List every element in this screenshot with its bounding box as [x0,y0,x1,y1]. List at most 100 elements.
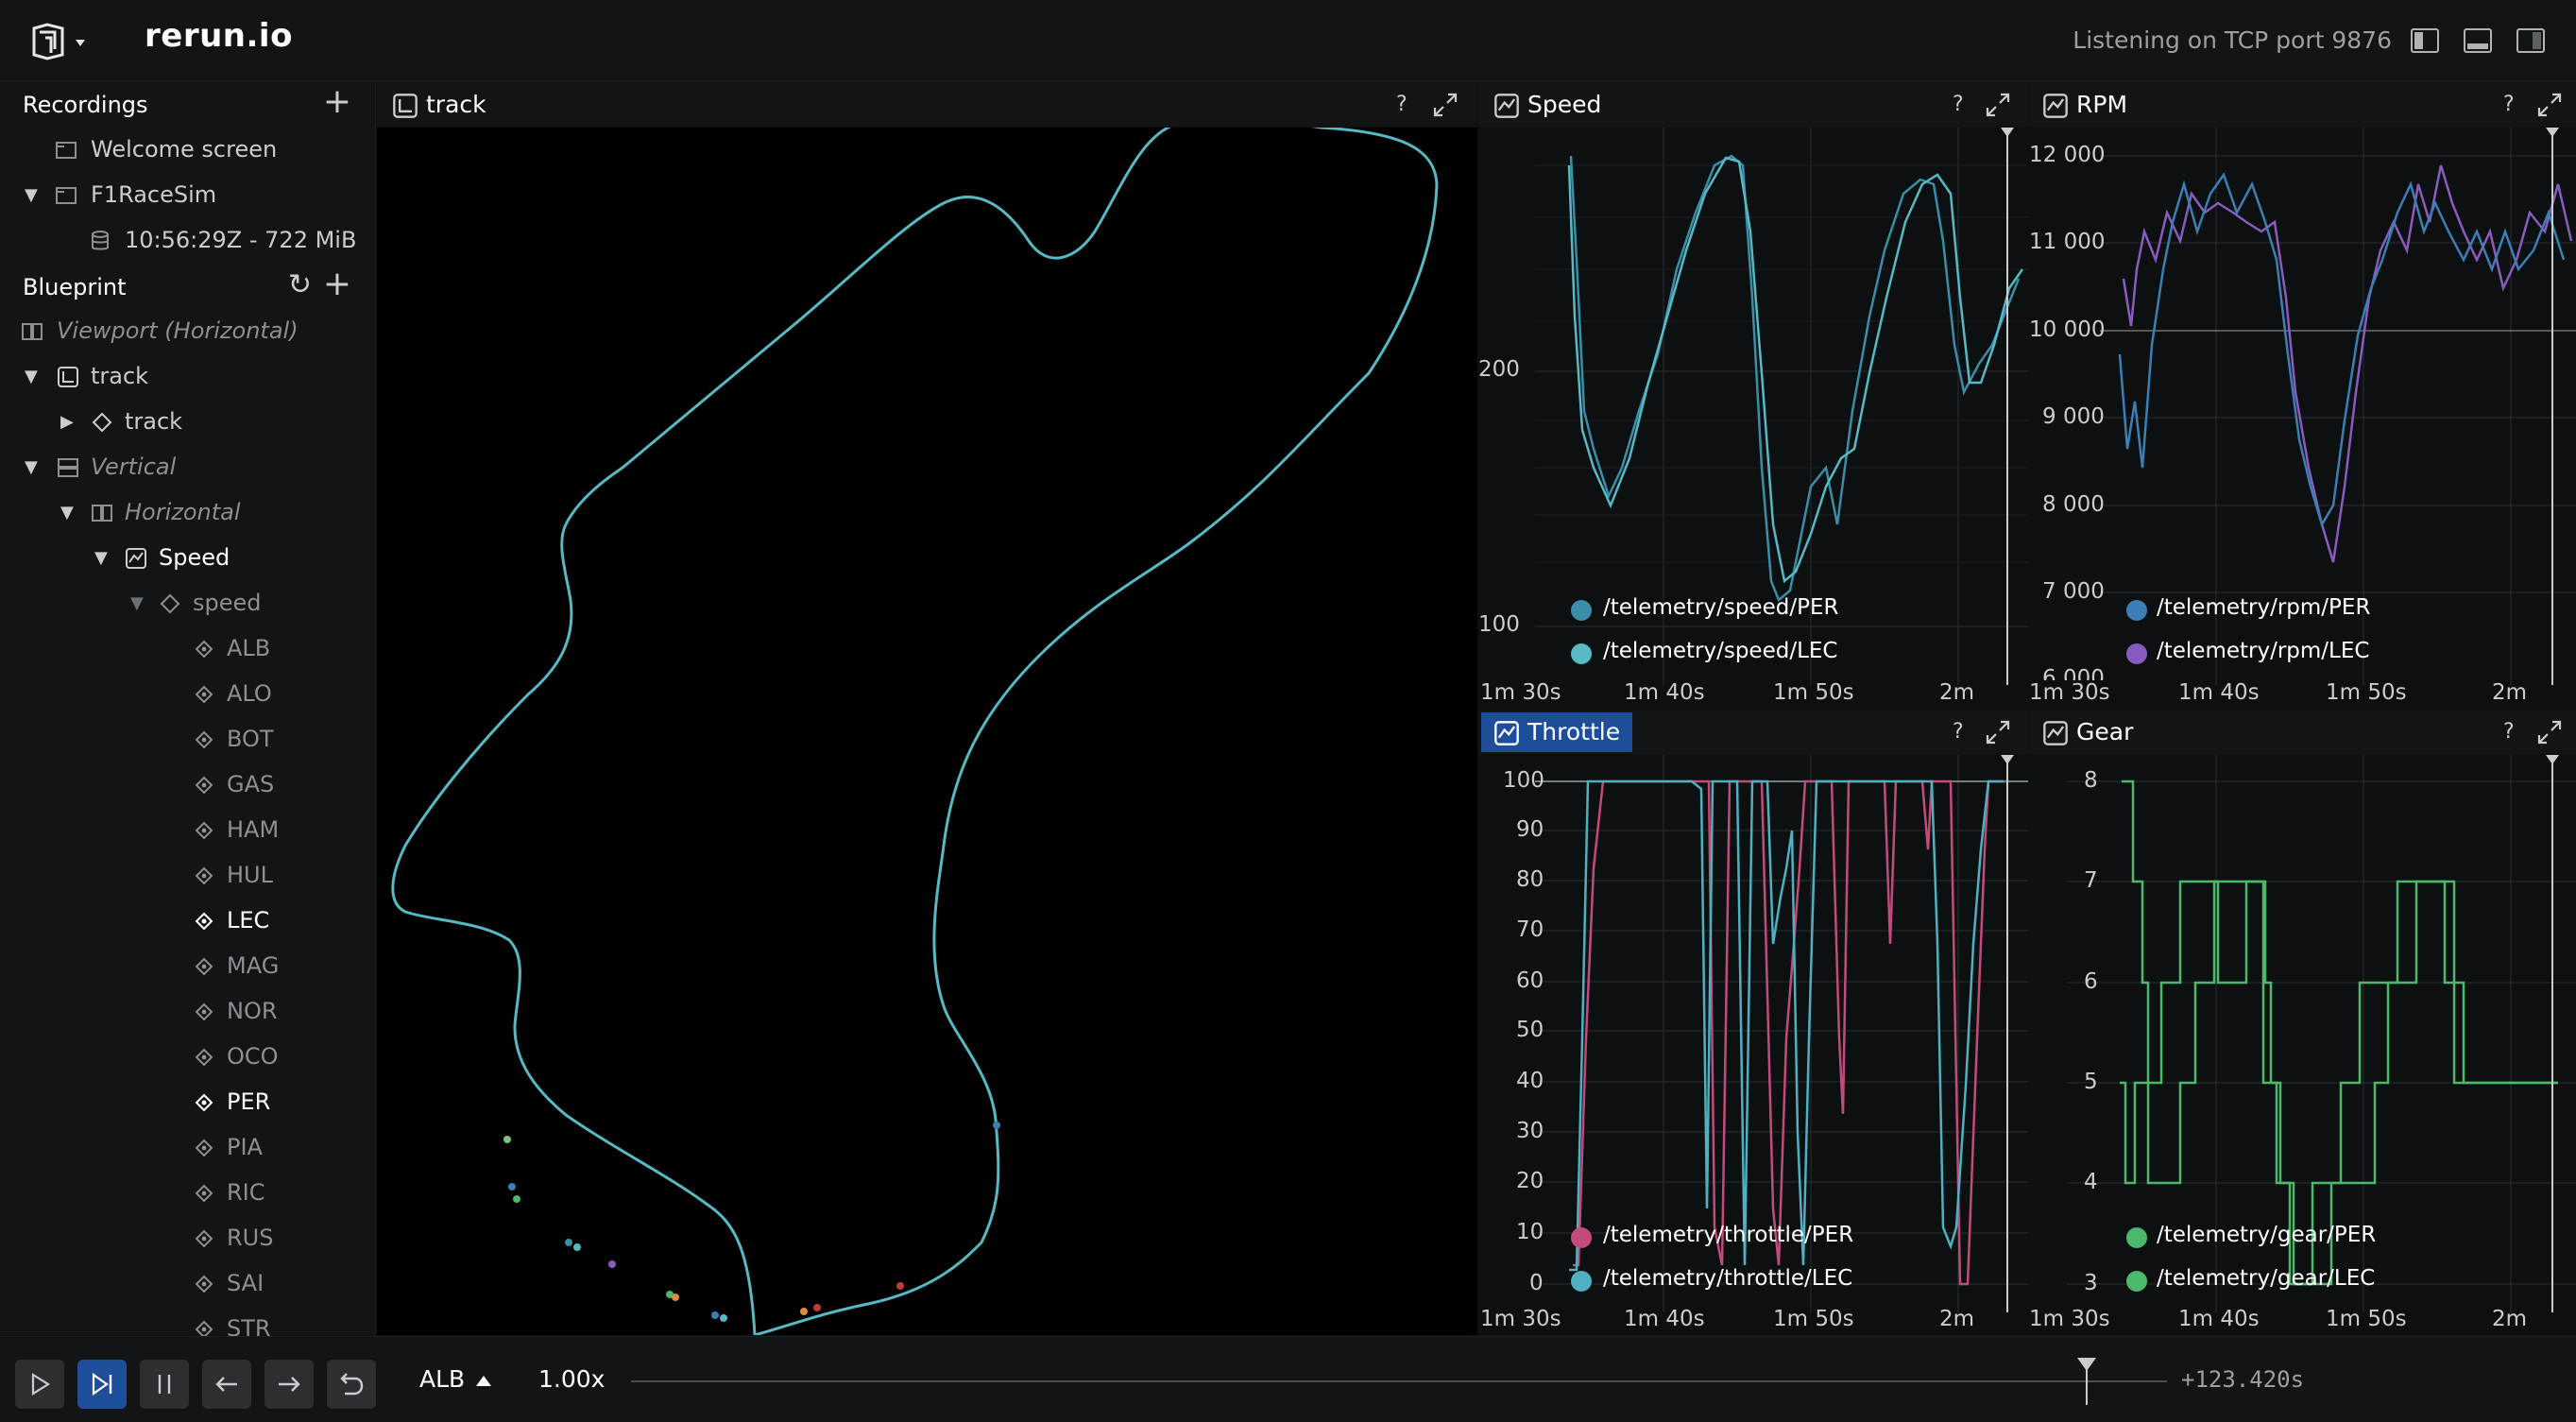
help-icon[interactable]: ? [1953,93,1964,116]
collapse-arrow-icon[interactable]: ▼ [25,457,38,477]
blueprint-speed-view[interactable]: ▼ Speed [0,536,376,581]
gear-view-tab[interactable]: Gear ? [2029,711,2576,754]
blueprint-driver-gas[interactable]: GAS [0,762,376,808]
recording-f1racesim[interactable]: ▼ F1RaceSim [0,173,376,218]
legend-dot[interactable] [1571,1227,1592,1248]
blueprint-driver-oco[interactable]: OCO [0,1035,376,1080]
pause-button[interactable] [140,1360,189,1409]
car-marker [720,1314,727,1322]
blueprint-driver-ric[interactable]: RIC [0,1171,376,1216]
caret-up-icon[interactable] [474,1373,493,1388]
time-slider[interactable] [631,1358,2167,1405]
help-icon[interactable]: ? [2503,720,2515,744]
blueprint-driver-rus[interactable]: RUS [0,1216,376,1261]
blueprint-driver-nor[interactable]: NOR [0,989,376,1035]
toggle-right-panel-icon[interactable] [2516,28,2545,53]
timeline-selector[interactable]: ALB [419,1365,465,1393]
current-time: +123.420s [2181,1366,2305,1393]
blueprint-driver-pia[interactable]: PIA [0,1125,376,1171]
blueprint-track-view[interactable]: ▼ track [0,354,376,400]
blueprint-driver-per[interactable]: PER [0,1080,376,1125]
speed-plot[interactable]: 200 100 1m 30s 1m 40s 1m 50s 2m /telemet… [1478,128,2028,709]
blueprint-driver-hul[interactable]: HUL [0,853,376,899]
blueprint-driver-lec[interactable]: LEC [0,899,376,944]
speed-view-tab[interactable]: Speed ? [1478,83,2028,127]
maximize-icon[interactable] [2535,91,2564,119]
blueprint-driver-mag[interactable]: MAG [0,944,376,989]
legend-lec[interactable]: /telemetry/speed/LEC [1603,639,1838,663]
legend-dot[interactable] [2126,600,2147,621]
maximize-icon[interactable] [1984,91,2012,119]
help-icon[interactable]: ? [1396,93,1407,116]
legend-dot[interactable] [1571,643,1592,664]
legend-dot[interactable] [1571,600,1592,621]
add-view-icon[interactable]: + [323,267,351,301]
blueprint-driver-bot[interactable]: BOT [0,717,376,762]
car-marker [672,1294,679,1301]
legend-per[interactable]: /telemetry/throttle/PER [1603,1223,1853,1247]
expand-arrow-icon[interactable]: ▶ [60,412,74,432]
throttle-plot-svg [1535,755,2028,1312]
collapse-arrow-icon[interactable]: ▼ [94,548,108,568]
blueprint-horizontal[interactable]: ▼ Horizontal [0,490,376,536]
y-tick: 10 000 [2029,317,2106,342]
legend-lec[interactable]: /telemetry/gear/LEC [2157,1266,2375,1291]
blueprint-label: track [91,363,149,389]
collapse-arrow-icon[interactable]: ▼ [130,593,144,613]
help-icon[interactable]: ? [1953,720,1964,744]
play-button[interactable] [15,1360,64,1409]
blueprint-viewport[interactable]: Viewport (Horizontal) [0,309,376,354]
legend-per[interactable]: /telemetry/rpm/PER [2157,595,2370,620]
entity-icon [195,730,213,749]
rpm-view-tab[interactable]: RPM ? [2029,83,2576,127]
collapse-arrow-icon[interactable]: ▼ [60,503,74,523]
driver-label: RUS [227,1225,274,1251]
legend-dot[interactable] [2126,1271,2147,1292]
blueprint-driver-alo[interactable]: ALO [0,672,376,717]
maximize-icon[interactable] [1431,91,1459,119]
legend-lec[interactable]: /telemetry/throttle/LEC [1603,1266,1852,1291]
reset-blueprint-icon[interactable]: ↻ [288,271,312,300]
car-marker [896,1282,904,1290]
recording-entry[interactable]: 10:56:29Z - 722 MiB [0,218,376,264]
throttle-plot[interactable]: 100 90 80 70 60 50 40 30 20 10 0 1m 30s … [1478,755,2028,1335]
step-forward-button[interactable] [264,1360,314,1409]
time-slider-handle[interactable] [2077,1358,2096,1405]
recordings-header: Recordings + [0,83,376,127]
toggle-left-panel-icon[interactable] [2411,28,2439,53]
track-view-tab[interactable]: track ? [377,83,1477,127]
rpm-plot[interactable]: 12 000 11 000 10 000 9 000 8 000 7 000 6… [2029,128,2576,709]
blueprint-vertical[interactable]: ▼ Vertical [0,445,376,490]
y-tick: 11 000 [2029,230,2106,254]
follow-button[interactable] [77,1360,127,1409]
rpm-lec-line [2122,164,2573,563]
throttle-view-tab[interactable]: Throttle ? [1478,711,2028,754]
legend-dot[interactable] [2126,1227,2147,1248]
blueprint-speed-entity[interactable]: ▼ speed [0,581,376,626]
toggle-bottom-panel-icon[interactable] [2464,28,2492,53]
recording-welcome-screen[interactable]: Welcome screen [0,128,376,173]
legend-dot[interactable] [2126,643,2147,664]
blueprint-track-entity[interactable]: ▶ track [0,400,376,445]
collapse-arrow-icon[interactable]: ▼ [25,185,38,205]
legend-lec[interactable]: /telemetry/rpm/LEC [2157,639,2369,663]
blueprint-driver-sai[interactable]: SAI [0,1261,376,1307]
step-back-button[interactable] [202,1360,251,1409]
collapse-arrow-icon[interactable]: ▼ [25,367,38,386]
maximize-icon[interactable] [1984,718,2012,746]
entity-icon [195,1139,213,1157]
playback-speed[interactable]: 1.00x [538,1365,605,1393]
track-canvas[interactable] [377,128,1477,1335]
blueprint-driver-alb[interactable]: ALB [0,626,376,672]
maximize-icon[interactable] [2535,718,2564,746]
legend-dot[interactable] [1571,1271,1592,1292]
gear-plot[interactable]: 8 7 6 5 4 3 1m 30s 1m 40s 1m 50s 2m /tel… [2029,755,2576,1335]
loop-button[interactable] [327,1360,376,1409]
brand-title[interactable]: rerun.io [145,17,293,55]
blueprint-driver-ham[interactable]: HAM [0,808,376,853]
legend-per[interactable]: /telemetry/speed/PER [1603,595,1838,620]
legend-per[interactable]: /telemetry/gear/PER [2157,1223,2376,1247]
add-recording-icon[interactable]: + [323,85,351,119]
help-icon[interactable]: ? [2503,93,2515,116]
rerun-logo-icon[interactable] [30,21,96,62]
